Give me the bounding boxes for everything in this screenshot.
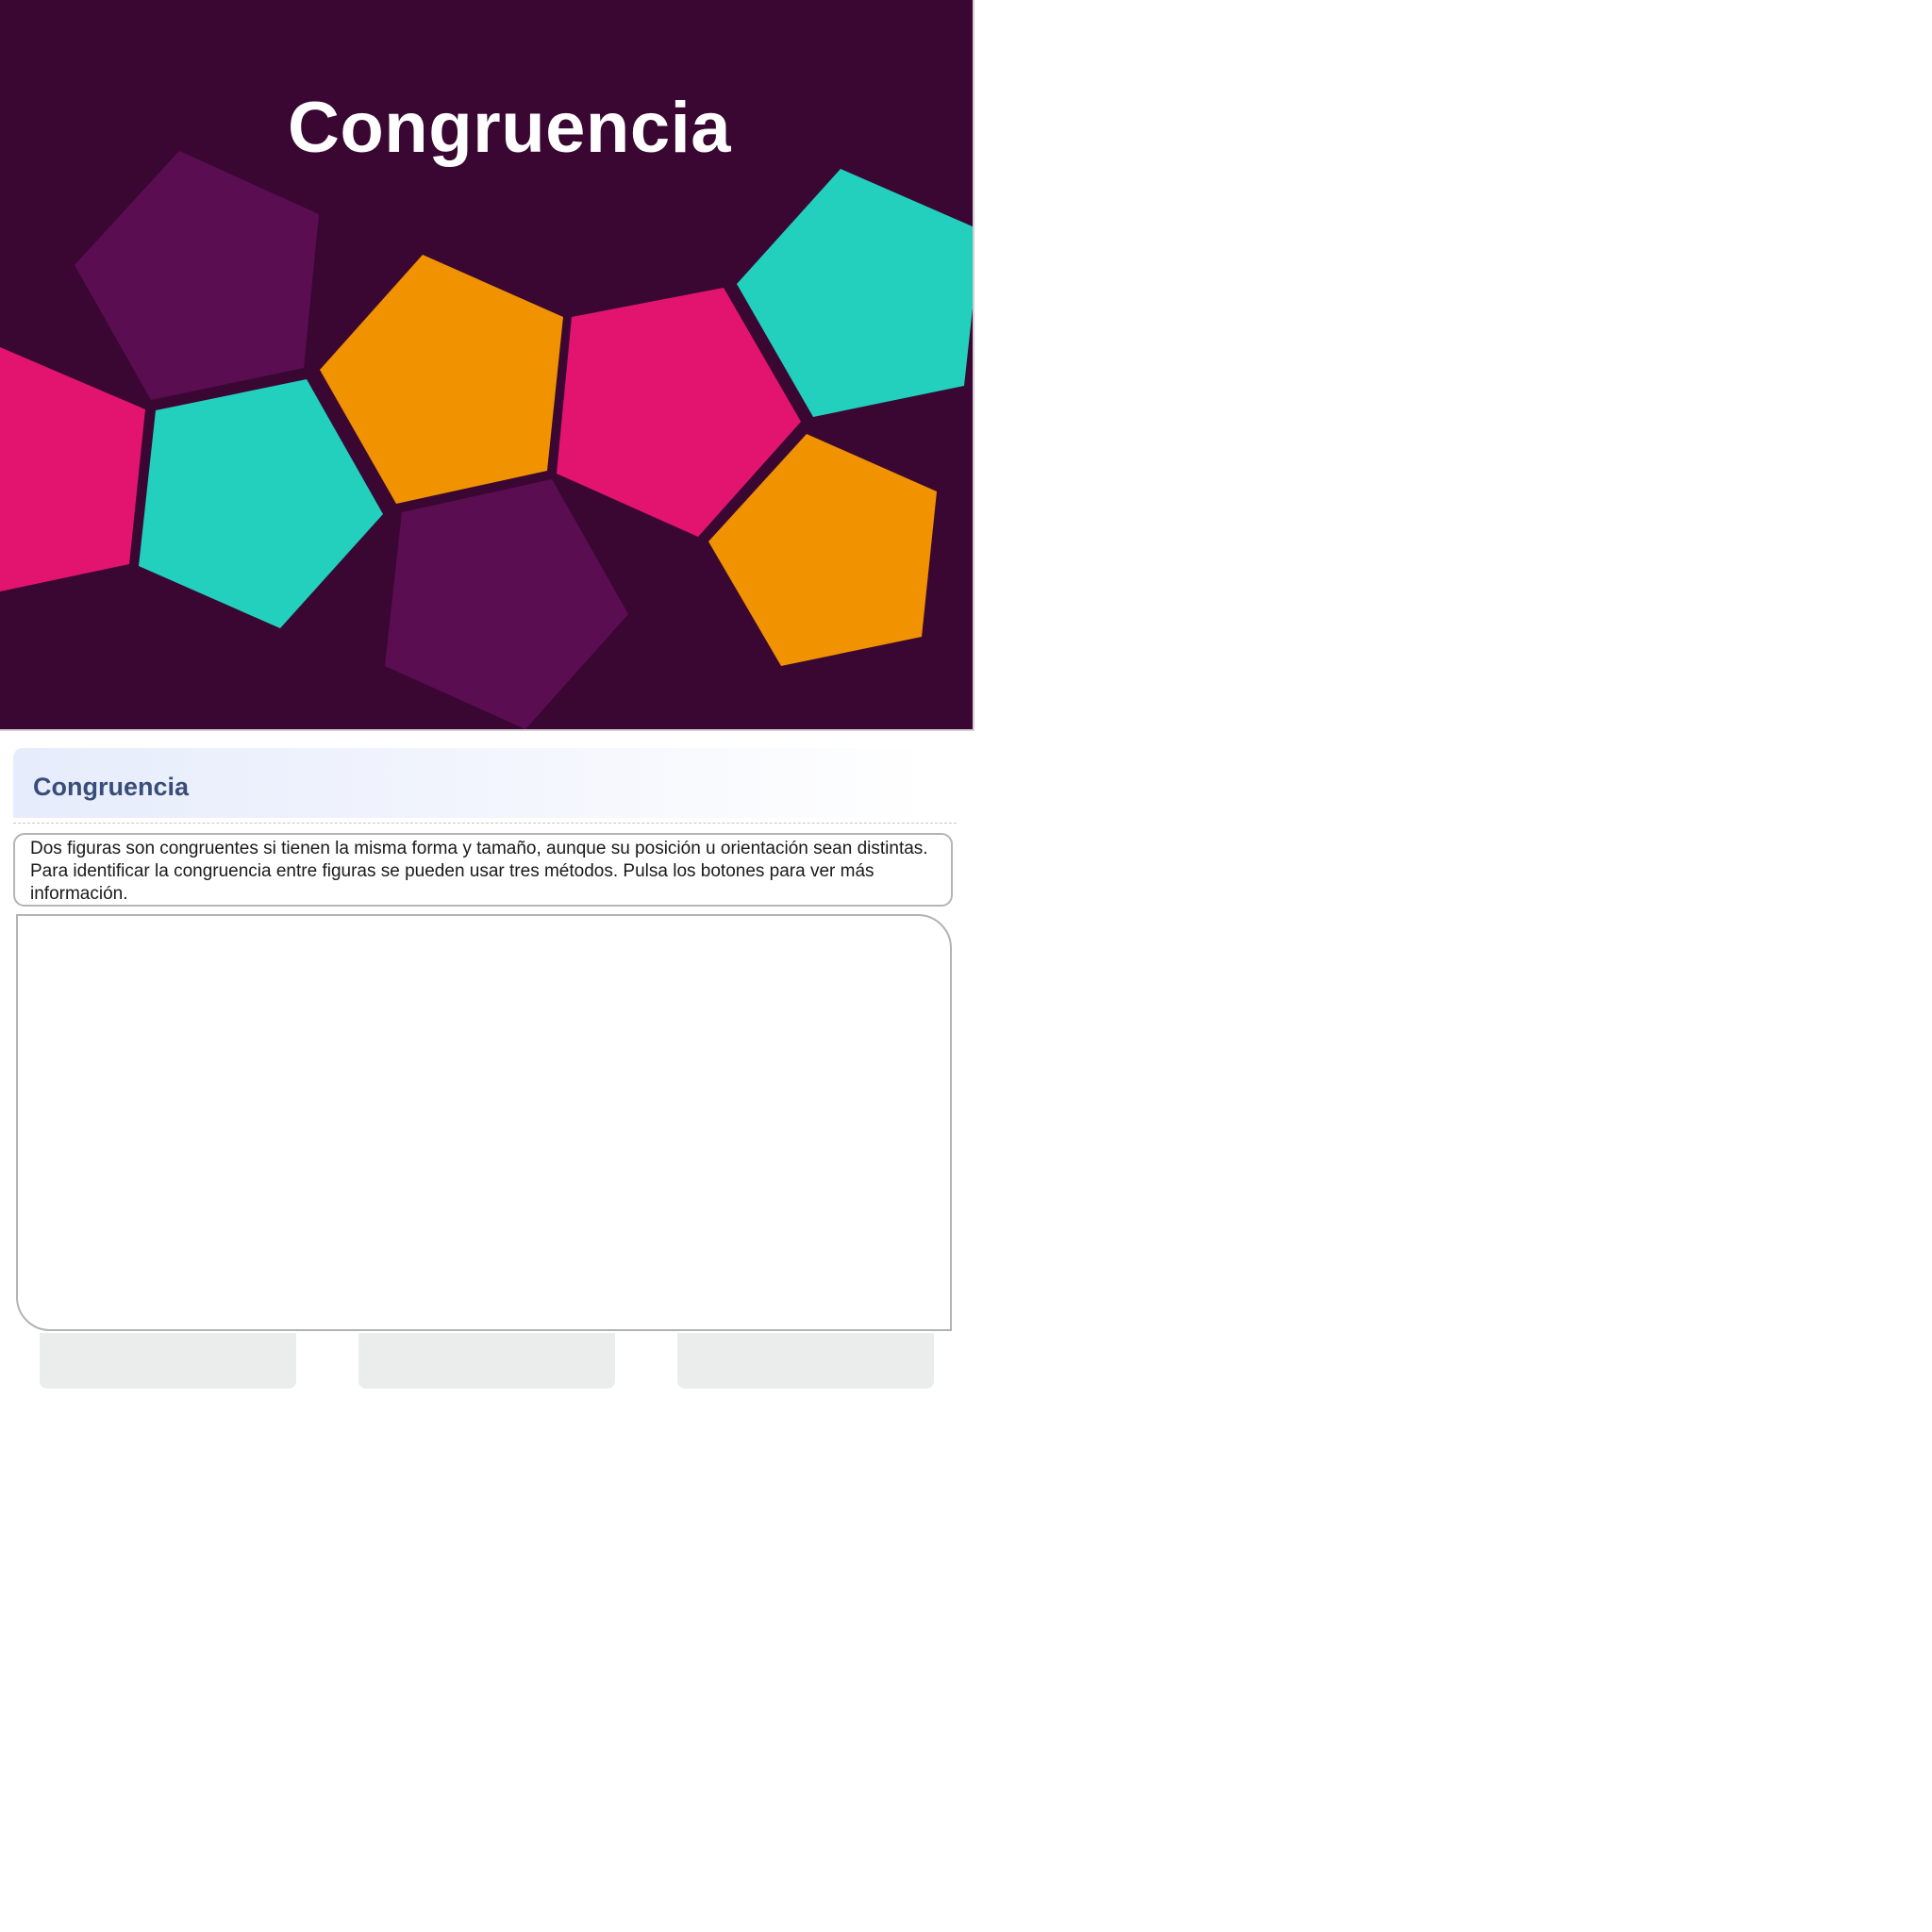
section-title: Congruencia (33, 773, 190, 801)
intro-text-box: Dos figuras son congruentes si tienen la… (13, 833, 953, 907)
banner-title: Congruencia (288, 88, 731, 168)
section-header: Congruencia (13, 748, 930, 818)
method-button-1[interactable] (40, 1333, 296, 1389)
pentagon-orange-center (320, 255, 563, 504)
pentagon-pink-left (0, 347, 145, 591)
pentagon-purple-bottom (385, 479, 628, 729)
method-button-3[interactable] (677, 1333, 934, 1389)
pentagon-purple-top (75, 151, 319, 400)
content-panel (16, 914, 952, 1331)
method-button-2[interactable] (358, 1333, 615, 1389)
section-divider (13, 823, 957, 824)
pentagon-teal-left (139, 379, 383, 628)
hero-banner: Congruencia (0, 0, 974, 731)
